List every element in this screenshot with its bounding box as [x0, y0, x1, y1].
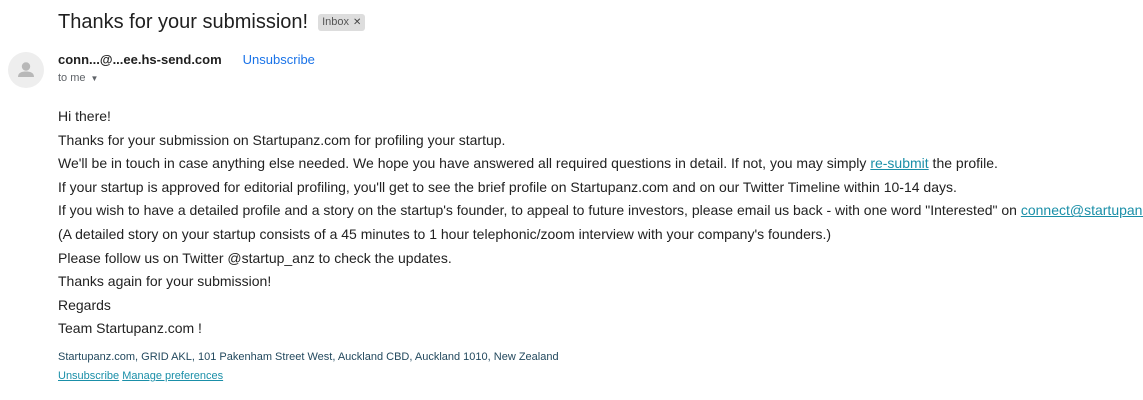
body-line-1: Thanks for your submission on Startupanz…	[58, 131, 506, 148]
footer-links: Unsubscribe Manage preferences	[58, 370, 223, 382]
footer-unsubscribe-link[interactable]: Unsubscribe	[58, 370, 119, 382]
inbox-label-text: Inbox	[322, 15, 350, 28]
sender-address[interactable]: conn...@...ee.hs-send.com	[58, 52, 222, 67]
body-line-7: Thanks again for your submission!	[58, 273, 272, 290]
chevron-down-icon[interactable]: ▼	[91, 74, 99, 83]
person-icon	[18, 62, 34, 77]
manage-preferences-link[interactable]: Manage preferences	[122, 370, 223, 382]
avatar[interactable]	[8, 52, 44, 88]
footer-address: Startupanz.com, GRID AKL, 101 Pakenham S…	[58, 351, 559, 363]
unsubscribe-link-top[interactable]: Unsubscribe	[243, 52, 315, 67]
inbox-label-chip[interactable]: Inbox ✕	[318, 13, 366, 31]
recipient-details-toggle[interactable]: to me ▼	[58, 72, 98, 84]
body-line-5: (A detailed story on your startup consis…	[58, 225, 832, 242]
body-line-4-text: If you wish to have a detailed profile a…	[58, 202, 1021, 219]
sender-row: conn...@...ee.hs-send.com Unsubscribe	[58, 52, 315, 67]
resubmit-link[interactable]: re-submit	[870, 155, 928, 171]
body-line-9: Team Startupanz.com !	[58, 320, 202, 337]
email-body: Hi there! Thanks for your submission on …	[58, 106, 1143, 342]
body-line-8: Regards	[58, 296, 111, 313]
body-line-4: If you wish to have a detailed profile a…	[58, 200, 1143, 224]
recipient-label: to me	[58, 72, 86, 84]
email-header: Thanks for your submission! Inbox ✕	[58, 8, 366, 36]
body-greeting: Hi there!	[58, 108, 111, 124]
body-line-6: Please follow us on Twitter @startup_anz…	[58, 249, 452, 266]
body-line-2-text: We'll be in touch in case anything else …	[58, 155, 871, 172]
body-line-2-end: the profile.	[928, 155, 998, 172]
close-icon[interactable]: ✕	[353, 16, 361, 29]
body-line-3: If your startup is approved for editoria…	[58, 178, 957, 195]
email-subject: Thanks for your submission!	[58, 10, 309, 33]
email-link[interactable]: connect@startupanz.com	[1021, 202, 1143, 218]
body-line-2: We'll be in touch in case anything else …	[58, 153, 1143, 177]
